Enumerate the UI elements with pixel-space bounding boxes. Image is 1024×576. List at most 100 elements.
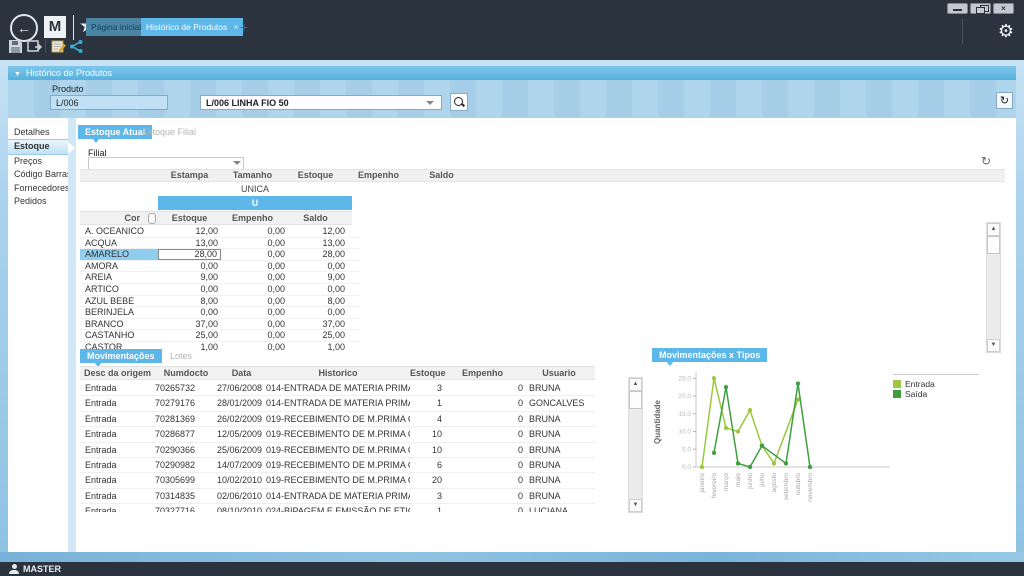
tab-historico-de-produtos[interactable]: Histórico de Produtos× bbox=[141, 18, 243, 36]
tab-movimentacoes[interactable]: Movimentações bbox=[80, 349, 162, 363]
movement-cell: 14/07/2009 bbox=[217, 458, 266, 472]
movement-cell: Entrada bbox=[80, 396, 155, 410]
movement-row[interactable]: Entrada7027917628/01/2009014-ENTRADA DE … bbox=[80, 396, 595, 411]
pivot-scrollbar[interactable]: ▲ ▼ bbox=[986, 222, 1001, 353]
movements-column-header[interactable]: Empenho bbox=[442, 367, 523, 379]
tamanho-value-row[interactable]: U bbox=[158, 196, 352, 210]
color-row[interactable]: ARTICO0,000,000,00 bbox=[80, 284, 360, 296]
saldo-cell: 0,00 bbox=[288, 284, 348, 295]
movement-cell: 0 bbox=[442, 427, 523, 441]
movements-column-header[interactable]: Numdocto bbox=[155, 367, 217, 379]
movement-row[interactable]: Entrada7030569910/02/2010019-RECEBIMENTO… bbox=[80, 473, 595, 488]
chevron-down-icon[interactable] bbox=[426, 101, 434, 105]
color-row[interactable]: CASTANHO25,000,0025,00 bbox=[80, 330, 360, 342]
estampa-value-row[interactable]: UNICA bbox=[158, 183, 352, 196]
window-minimize-button[interactable] bbox=[947, 3, 968, 14]
scroll-up-arrow[interactable]: ▲ bbox=[987, 223, 1000, 236]
product-name-combo[interactable]: L/006 LINHA FIO 50 bbox=[200, 95, 442, 110]
color-row[interactable]: A. OCEANICO12,000,0012,00 bbox=[80, 226, 360, 238]
movement-cell: 10 bbox=[410, 427, 442, 441]
movements-column-header[interactable]: Estoque bbox=[410, 367, 442, 379]
sidebar-item-detalhes[interactable]: Detalhes bbox=[8, 126, 68, 139]
pin-icon[interactable] bbox=[148, 213, 156, 224]
tab-pagina-inicial[interactable]: Página inicial× bbox=[86, 18, 148, 36]
movement-cell: 019-RECEBIMENTO DE M.PRIMA C/EF bbox=[266, 412, 410, 426]
chevron-down-icon[interactable] bbox=[233, 161, 241, 165]
pivot-column-header[interactable]: Saldo bbox=[410, 170, 473, 181]
panel-header[interactable]: ▼Histórico de Produtos bbox=[8, 66, 1016, 80]
pivot-column-header[interactable]: Estampa bbox=[158, 170, 221, 181]
column-header-saldo[interactable]: Saldo bbox=[284, 212, 347, 224]
app-logo-icon[interactable]: M bbox=[44, 16, 66, 38]
column-header-estoque[interactable]: Estoque bbox=[158, 212, 221, 224]
movements-column-header[interactable]: Historico bbox=[266, 367, 410, 379]
tab-lotes[interactable]: Lotes bbox=[170, 349, 192, 363]
color-row[interactable]: ACQUA13,000,0013,00 bbox=[80, 238, 360, 250]
refresh-icon[interactable]: ↻ bbox=[981, 154, 991, 168]
movement-row[interactable]: Entrada7032771608/10/2010024-BIPAGEM E E… bbox=[80, 504, 595, 512]
color-row[interactable]: AZUL BEBE8,000,008,00 bbox=[80, 296, 360, 308]
movement-cell: 08/10/2010 bbox=[217, 504, 266, 512]
column-header-empenho[interactable]: Empenho bbox=[221, 212, 284, 224]
tab-close-icon[interactable]: × bbox=[233, 22, 238, 32]
new-tab-button[interactable]: + bbox=[240, 19, 248, 35]
estoque-cell[interactable]: 28,00 bbox=[158, 249, 221, 260]
saldo-cell: 8,00 bbox=[288, 296, 348, 307]
sidebar-item-código-barras[interactable]: Código Barras bbox=[8, 168, 68, 181]
settings-gear-icon[interactable]: ⚙ bbox=[998, 21, 1014, 42]
color-row[interactable]: AMORA0,000,000,00 bbox=[80, 261, 360, 273]
scroll-down-arrow[interactable]: ▼ bbox=[987, 339, 1000, 352]
refresh-button[interactable]: ↻ bbox=[996, 92, 1013, 109]
movement-cell: 0 bbox=[442, 489, 523, 503]
legend-swatch bbox=[893, 380, 901, 388]
scroll-up-arrow[interactable]: ▲ bbox=[629, 378, 642, 391]
window-restore-button[interactable] bbox=[970, 3, 991, 14]
column-header-cor[interactable]: Cor bbox=[80, 212, 140, 224]
movements-column-header[interactable]: Usuario bbox=[523, 367, 595, 379]
pivot-column-header[interactable]: Estoque bbox=[284, 170, 347, 181]
cor-cell: CASTANHO bbox=[80, 330, 158, 341]
movements-column-header[interactable]: Desc da origem bbox=[80, 367, 155, 379]
sidebar-item-fornecedores[interactable]: Fornecedores bbox=[8, 182, 68, 195]
collapse-icon[interactable]: ▼ bbox=[14, 71, 21, 78]
empenho-cell: 0,00 bbox=[221, 226, 288, 237]
pivot-column-header[interactable]: Tamanho bbox=[221, 170, 284, 181]
window-close-button[interactable]: × bbox=[993, 3, 1014, 14]
sidebar-item-estoque[interactable]: Estoque bbox=[8, 139, 68, 154]
color-row[interactable]: AREIA9,000,009,00 bbox=[80, 272, 360, 284]
status-username: MASTER bbox=[23, 563, 61, 575]
pivot-column-header[interactable]: Empenho bbox=[347, 170, 410, 181]
color-row[interactable]: BERINJELA0,000,000,00 bbox=[80, 307, 360, 319]
movement-cell: 0 bbox=[442, 473, 523, 487]
empenho-cell: 0,00 bbox=[221, 307, 288, 318]
sidebar-item-preços[interactable]: Preços bbox=[8, 155, 68, 168]
movement-row[interactable]: Entrada7026573227/06/2008014-ENTRADA DE … bbox=[80, 381, 595, 396]
scrollbar-thumb[interactable] bbox=[629, 391, 642, 409]
empenho-cell: 0,00 bbox=[221, 319, 288, 330]
movements-column-header[interactable]: Data bbox=[217, 367, 266, 379]
tab-estoque-filial[interactable]: Estoque Filial bbox=[142, 125, 196, 139]
movements-scrollbar[interactable]: ▲ ▼ bbox=[628, 377, 643, 513]
export-icon[interactable] bbox=[27, 39, 42, 54]
movement-row[interactable]: Entrada7029098214/07/2009019-RECEBIMENTO… bbox=[80, 458, 595, 473]
edit-note-icon[interactable] bbox=[51, 39, 66, 54]
scroll-down-arrow[interactable]: ▼ bbox=[629, 499, 642, 512]
movement-row[interactable]: Entrada7028687712/05/2009019-RECEBIMENTO… bbox=[80, 427, 595, 442]
movement-row[interactable]: Entrada7029036625/06/2009019-RECEBIMENTO… bbox=[80, 443, 595, 458]
sidebar-item-pedidos[interactable]: Pedidos bbox=[8, 195, 68, 208]
share-icon[interactable] bbox=[69, 39, 84, 54]
save-icon[interactable] bbox=[8, 39, 23, 54]
product-search-button[interactable] bbox=[450, 93, 468, 111]
color-row[interactable]: BRANCO37,000,0037,00 bbox=[80, 319, 360, 331]
product-code-field[interactable]: L/006 bbox=[50, 95, 168, 110]
tab-movimentacoes-x-tipos[interactable]: Movimentações x Tipos bbox=[652, 348, 767, 362]
color-row[interactable]: AMARELO28,000,0028,00 bbox=[80, 249, 360, 261]
scrollbar-thumb[interactable] bbox=[987, 236, 1000, 254]
movement-cell: 0 bbox=[442, 412, 523, 426]
movement-row[interactable]: Entrada7028136926/02/2009019-RECEBIMENTO… bbox=[80, 412, 595, 427]
movement-cell: 014-ENTRADA DE MATERIA PRIMA bbox=[266, 396, 410, 410]
svg-text:25.0: 25.0 bbox=[678, 375, 691, 382]
back-button[interactable]: ← bbox=[10, 14, 38, 42]
movement-row[interactable]: Entrada7031483502/06/2010014-ENTRADA DE … bbox=[80, 489, 595, 504]
saldo-cell: 1,00 bbox=[288, 342, 348, 352]
